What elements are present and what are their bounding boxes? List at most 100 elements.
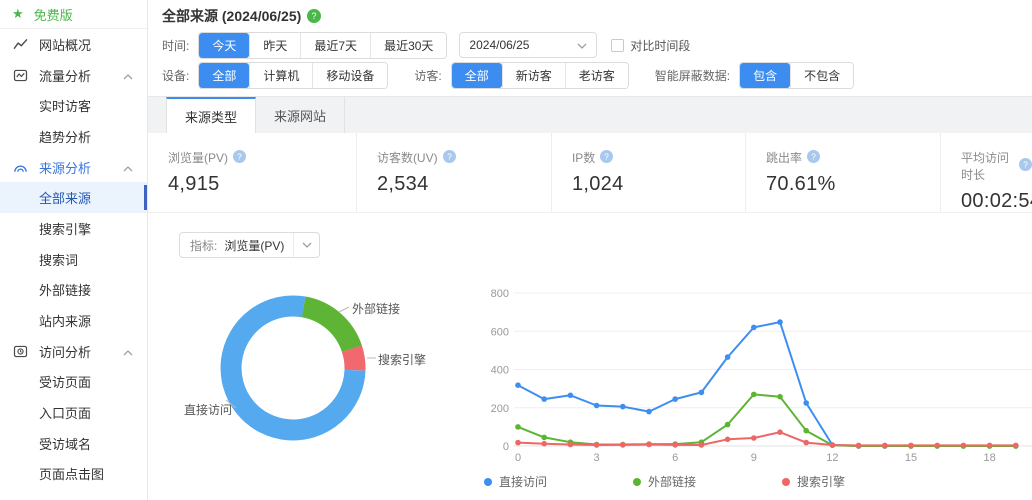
visitor-option-1[interactable]: 新访客 xyxy=(502,63,565,88)
device-filter-label: 设备: xyxy=(162,67,189,84)
sidebar-item-source-analysis[interactable]: 来源分析 xyxy=(0,152,147,183)
sidebar-item-external-links[interactable]: 外部链接 xyxy=(0,275,147,306)
metric-label: 平均访问时长 xyxy=(961,149,1014,183)
shield-option-0[interactable]: 包含 xyxy=(740,63,790,88)
date-select[interactable]: 2024/06/25 xyxy=(459,32,597,58)
sidebar-item-label: 来源分析 xyxy=(39,158,91,177)
sidebar-item-label: 搜索引擎 xyxy=(39,219,91,238)
help-icon[interactable]: ? xyxy=(307,9,321,23)
visitor-segment: 全部新访客老访客 xyxy=(451,62,629,89)
info-icon[interactable]: ? xyxy=(600,150,613,166)
source-icon xyxy=(13,160,28,175)
visitor-option-0[interactable]: 全部 xyxy=(452,63,502,88)
metric-label: IP数 xyxy=(572,149,595,166)
chevron-down-icon xyxy=(577,38,587,52)
svg-text:15: 15 xyxy=(905,452,917,464)
time-option-3[interactable]: 最近30天 xyxy=(370,33,446,58)
sidebar-item-label: 受访页面 xyxy=(39,372,91,391)
visitor-filter-group: 访客: 全部新访客老访客 xyxy=(414,62,628,89)
tab-source-site[interactable]: 来源网站 xyxy=(256,97,345,134)
sidebar-item-visited-domains[interactable]: 受访域名 xyxy=(0,428,147,459)
svg-text:800: 800 xyxy=(491,288,509,300)
metric-value: 00:02:54 xyxy=(961,190,1032,213)
sidebar-item-search-terms[interactable]: 搜索词 xyxy=(0,244,147,275)
svg-text:9: 9 xyxy=(751,452,757,464)
sidebar-item-label: 外部链接 xyxy=(39,280,91,299)
page-title: 全部来源 (2024/06/25) xyxy=(162,6,301,26)
sidebar-item-label: 受访域名 xyxy=(39,434,91,453)
sidebar-item-label: 访问分析 xyxy=(39,342,91,361)
indicator-select[interactable]: 指标: 浏览量(PV) xyxy=(179,232,320,258)
sidebar-item-realtime-visitors[interactable]: 实时访客 xyxy=(0,90,147,121)
legend-label: 搜索引擎 xyxy=(797,473,845,490)
time-option-0[interactable]: 今天 xyxy=(199,33,249,58)
svg-text:3: 3 xyxy=(594,452,600,464)
sidebar-item-search-engines[interactable]: 搜索引擎 xyxy=(0,213,147,244)
shield-option-1[interactable]: 不包含 xyxy=(790,63,853,88)
metric-value: 70.61% xyxy=(766,173,940,196)
metrics-row: 浏览量(PV)? 4,915访客数(UV)? 2,534IP数? 1,024跳出… xyxy=(148,133,1032,213)
sidebar-item-visit-analysis[interactable]: 访问分析 xyxy=(0,336,147,367)
chart-legend: 直接访问 外部链接 搜索引擎 xyxy=(484,473,845,490)
device-filter-group: 设备: 全部计算机移动设备 xyxy=(162,62,388,89)
shield-filter-group: 智能屏蔽数据:包含不包含 xyxy=(655,62,854,89)
time-filter-label: 时间: xyxy=(162,37,189,54)
sidebar-item-all-sources[interactable]: 全部来源 xyxy=(0,182,147,213)
tab-label: 来源类型 xyxy=(185,107,237,126)
info-icon[interactable]: ? xyxy=(443,150,456,166)
chevron-up-icon[interactable] xyxy=(123,160,133,175)
metric-value: 1,024 xyxy=(572,173,745,196)
svg-text:?: ? xyxy=(1023,160,1028,170)
metric-label: 浏览量(PV) xyxy=(168,149,228,166)
svg-text:400: 400 xyxy=(491,365,509,377)
sidebar-item-label: 网站概况 xyxy=(39,35,91,54)
sidebar-item-trend-analysis[interactable]: 趋势分析 xyxy=(0,121,147,152)
device-segment: 全部计算机移动设备 xyxy=(198,62,388,89)
device-option-0[interactable]: 全部 xyxy=(199,63,249,88)
svg-text:?: ? xyxy=(447,151,452,161)
visit-icon xyxy=(13,344,28,359)
info-icon[interactable]: ? xyxy=(233,150,246,166)
sidebar-item-site-overview[interactable]: 网站概况 xyxy=(0,29,147,60)
time-range-segment: 今天昨天最近7天最近30天 xyxy=(198,32,447,59)
legend-item-1[interactable]: 外部链接 xyxy=(633,473,696,490)
plan-label: 免费版 xyxy=(34,5,73,24)
device-filter-row: 设备:全部计算机移动设备访客:全部新访客老访客智能屏蔽数据:包含不包含 xyxy=(148,60,1032,90)
device-option-2[interactable]: 移动设备 xyxy=(312,63,387,88)
visitor-option-2[interactable]: 老访客 xyxy=(565,63,628,88)
svg-text:?: ? xyxy=(237,151,242,161)
sidebar-item-label: 页面点击图 xyxy=(39,464,104,483)
checkbox-box[interactable] xyxy=(611,39,624,52)
metric-value: 2,534 xyxy=(377,173,551,196)
time-option-1[interactable]: 昨天 xyxy=(249,33,300,58)
metric-bounce-rate: 跳出率? 70.61% xyxy=(745,133,940,212)
legend-dot xyxy=(484,478,492,486)
compare-checkbox[interactable]: 对比时间段 xyxy=(611,37,690,54)
sidebar-item-page-click-map[interactable]: 页面点击图 xyxy=(0,459,147,490)
info-icon[interactable]: ? xyxy=(1019,158,1032,174)
sidebar-item-entry-pages[interactable]: 入口页面 xyxy=(0,397,147,428)
chevron-up-icon[interactable] xyxy=(123,68,133,83)
legend-item-0[interactable]: 直接访问 xyxy=(484,473,547,490)
time-option-2[interactable]: 最近7天 xyxy=(300,33,370,58)
device-option-1[interactable]: 计算机 xyxy=(249,63,312,88)
donut-label-2: 搜索引擎 xyxy=(378,351,426,368)
info-icon[interactable]: ? xyxy=(807,150,820,166)
donut-label-1: 外部链接 xyxy=(352,300,400,317)
metric-label: 跳出率 xyxy=(766,149,802,166)
line-chart: 02004006008000369121518 xyxy=(478,268,1032,468)
sidebar-item-internal-sources[interactable]: 站内来源 xyxy=(0,305,147,336)
metric-avg-duration: 平均访问时长? 00:02:54 xyxy=(940,133,1032,212)
plan-badge: ★ 免费版 xyxy=(0,0,147,29)
chevron-up-icon[interactable] xyxy=(123,344,133,359)
sidebar-item-visited-pages[interactable]: 受访页面 xyxy=(0,367,147,398)
visitor-filter-label: 访客: xyxy=(414,67,441,84)
svg-text:18: 18 xyxy=(983,452,995,464)
sidebar-item-traffic-analysis[interactable]: 流量分析 xyxy=(0,60,147,91)
svg-text:6: 6 xyxy=(672,452,678,464)
charts-area: 直接访问外部链接搜索引擎 02004006008000369121518 直接访… xyxy=(148,268,1032,500)
tab-source-type[interactable]: 来源类型 xyxy=(166,97,256,134)
legend-item-2[interactable]: 搜索引擎 xyxy=(782,473,845,490)
sidebar-item-label: 流量分析 xyxy=(39,66,91,85)
tab-label: 来源网站 xyxy=(274,106,326,125)
